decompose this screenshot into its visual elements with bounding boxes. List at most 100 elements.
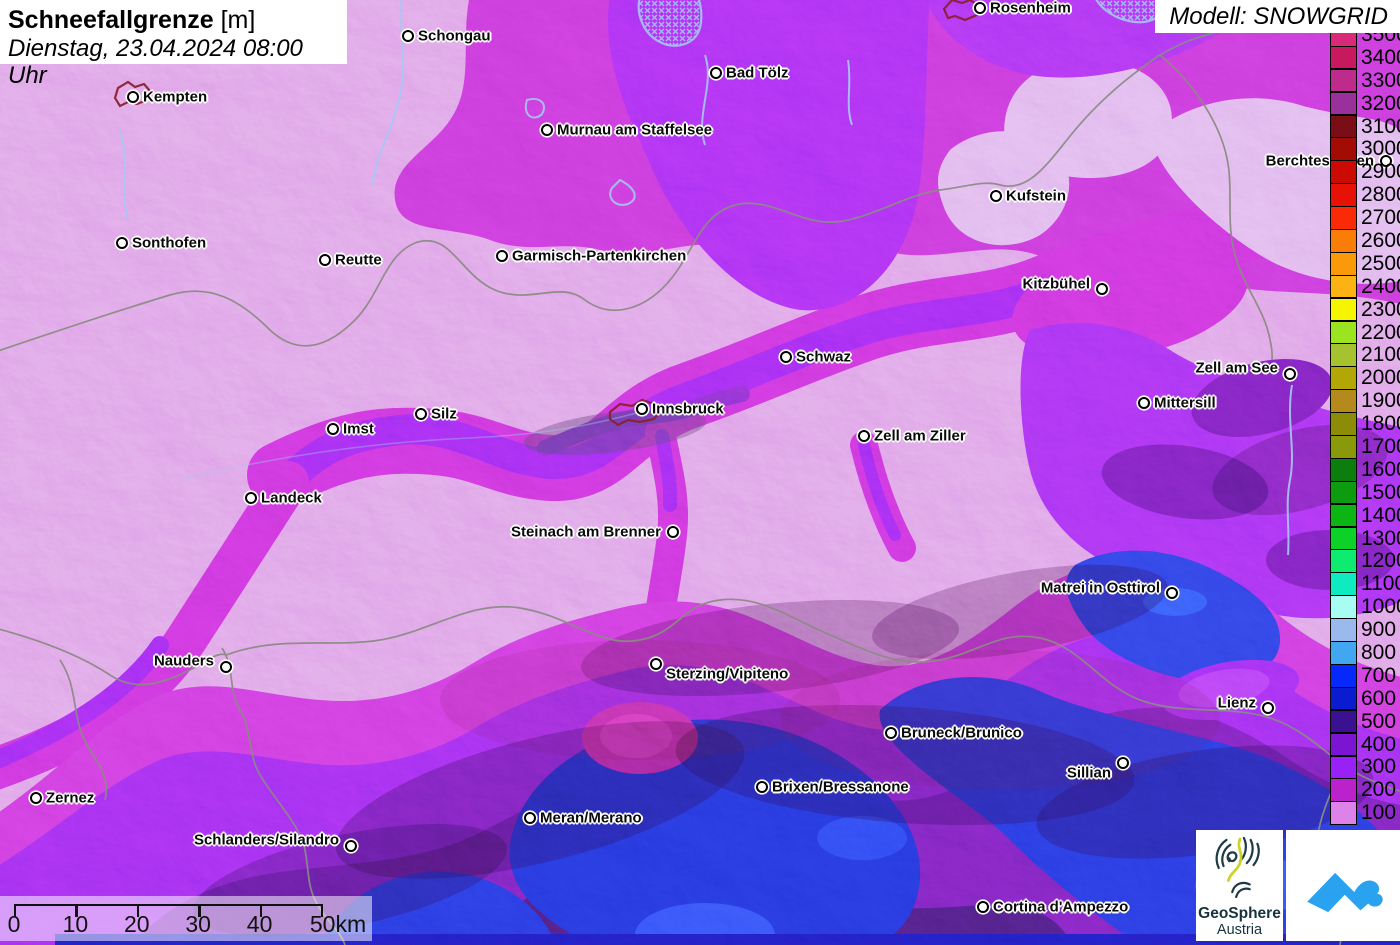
city-label: Murnau am Staffelsee [557, 121, 713, 139]
city-dot [495, 249, 508, 262]
city-dot [1261, 701, 1274, 714]
city-label: Landeck [261, 489, 322, 507]
scale-label: 0 [7, 911, 21, 937]
city-label: Bruneck/Brunico [901, 724, 1022, 742]
city-label: Kitzbühel [1022, 275, 1091, 293]
legend-swatch [1330, 183, 1357, 207]
city-dot [115, 236, 128, 249]
legend-value: 2400 [1361, 274, 1400, 298]
legend-row: 3300 [1330, 68, 1400, 93]
legend-row: 1600 [1330, 457, 1400, 482]
legend-value: 3000 [1361, 137, 1400, 161]
legend-value: 3100 [1361, 114, 1400, 138]
city-dot [1137, 396, 1150, 409]
legend-row: 300 [1330, 755, 1400, 780]
city-label: Rosenheim [990, 0, 1071, 17]
city-dot [635, 402, 648, 415]
legend-row: 2900 [1330, 160, 1400, 184]
legend-value: 1600 [1361, 457, 1400, 481]
city-dot [318, 253, 331, 266]
city-label: Imst [343, 420, 374, 438]
city-label: Brixen/Bressanone [772, 778, 909, 796]
legend-row: 3400 [1330, 45, 1400, 70]
city-label: Zernez [46, 789, 95, 807]
legend-row: 900 [1330, 618, 1400, 642]
geosphere-country: Austria [1216, 921, 1263, 938]
legend-swatch [1330, 457, 1357, 482]
legend-row: 1500 [1330, 480, 1400, 505]
city-dot [857, 429, 870, 442]
legend-value: 300 [1361, 755, 1397, 779]
city-dot [884, 726, 897, 739]
model-label-box: Modell: SNOWGRID [1155, 0, 1400, 33]
legend-value: 3300 [1361, 68, 1400, 92]
city-label: Zell am See [1195, 359, 1278, 377]
tirol-logo [1286, 830, 1400, 941]
city-dot [244, 491, 257, 504]
legend-value: 1100 [1361, 572, 1400, 596]
city-label: Kempten [143, 88, 208, 106]
legend-value: 2600 [1361, 228, 1400, 252]
legend-swatch [1330, 274, 1357, 299]
city-label: Matrei in Osttirol [1040, 579, 1160, 597]
legend-value: 1000 [1361, 595, 1400, 619]
scale-label: 20 [124, 911, 150, 937]
legend-value: 1800 [1361, 412, 1400, 436]
city-dot [1116, 756, 1129, 769]
legend-row: 3000 [1330, 137, 1400, 162]
legend-row: 3100 [1330, 114, 1400, 139]
city-label: Mittersill [1154, 394, 1216, 412]
legend-swatch [1330, 366, 1357, 390]
legend-swatch [1330, 343, 1357, 368]
legend-row: 1300 [1330, 526, 1400, 551]
city-label: Sillian [1066, 764, 1111, 782]
map-datetime: Dienstag, 23.04.2024 08:00 Uhr [8, 34, 303, 90]
legend-swatch [1330, 526, 1357, 551]
scale-label: 40 [246, 911, 273, 937]
legend-row: 1200 [1330, 549, 1400, 574]
legend-swatch [1330, 663, 1357, 688]
map-unit: [m] [220, 6, 256, 34]
legend-swatch [1330, 503, 1357, 528]
map-title: Schneefallgrenze [8, 6, 214, 34]
legend-value: 900 [1361, 618, 1397, 642]
city-label: Nauders [153, 652, 214, 670]
legend-swatch [1330, 45, 1357, 70]
city-label: Kufstein [1006, 187, 1066, 205]
city-label: Meran/Merano [540, 809, 642, 827]
legend-swatch [1330, 709, 1357, 734]
city-label: Lienz [1217, 694, 1256, 712]
city-label: Schongau [418, 27, 491, 45]
legend-row: 1000 [1330, 595, 1400, 619]
city-dot [989, 189, 1002, 202]
legend-value: 100 [1361, 801, 1397, 825]
city-dot [666, 525, 679, 538]
legend-row: 2500 [1330, 251, 1400, 276]
legend-swatch [1330, 91, 1357, 116]
city-dot [401, 29, 414, 42]
legend-row: 2700 [1330, 206, 1400, 230]
snowfall-line-map-app: Rosenheim Schongau Bad Tölz Kempten Murnau a… [0, 0, 1400, 945]
scale-label: 10 [62, 911, 89, 937]
legend-value: 2900 [1361, 160, 1400, 184]
city-label: Sonthofen [132, 234, 207, 252]
city-dot [973, 1, 986, 14]
city-label: Reutte [335, 251, 382, 269]
legend-row: 2200 [1330, 320, 1400, 345]
city-dot [126, 90, 139, 103]
city-dot [29, 791, 42, 804]
legend-row: 500 [1330, 709, 1400, 734]
geosphere-logo: GeoSphere Austria [1196, 830, 1283, 941]
legend-value: 2500 [1361, 251, 1400, 275]
legend-swatch [1330, 595, 1357, 619]
legend-value: 1200 [1361, 549, 1400, 573]
legend-row: 100 [1330, 801, 1400, 825]
legend-value: 500 [1361, 709, 1397, 733]
legend-value: 1700 [1361, 434, 1400, 458]
city-dot [649, 657, 662, 670]
legend-row: 600 [1330, 686, 1400, 711]
city-dot [1095, 282, 1108, 295]
legend-swatch [1330, 137, 1357, 162]
city-marker-layer: Rosenheim Schongau Bad Tölz Kempten Murnau a… [0, 0, 1400, 945]
city-label: Sterzing/Vipiteno [666, 665, 789, 683]
